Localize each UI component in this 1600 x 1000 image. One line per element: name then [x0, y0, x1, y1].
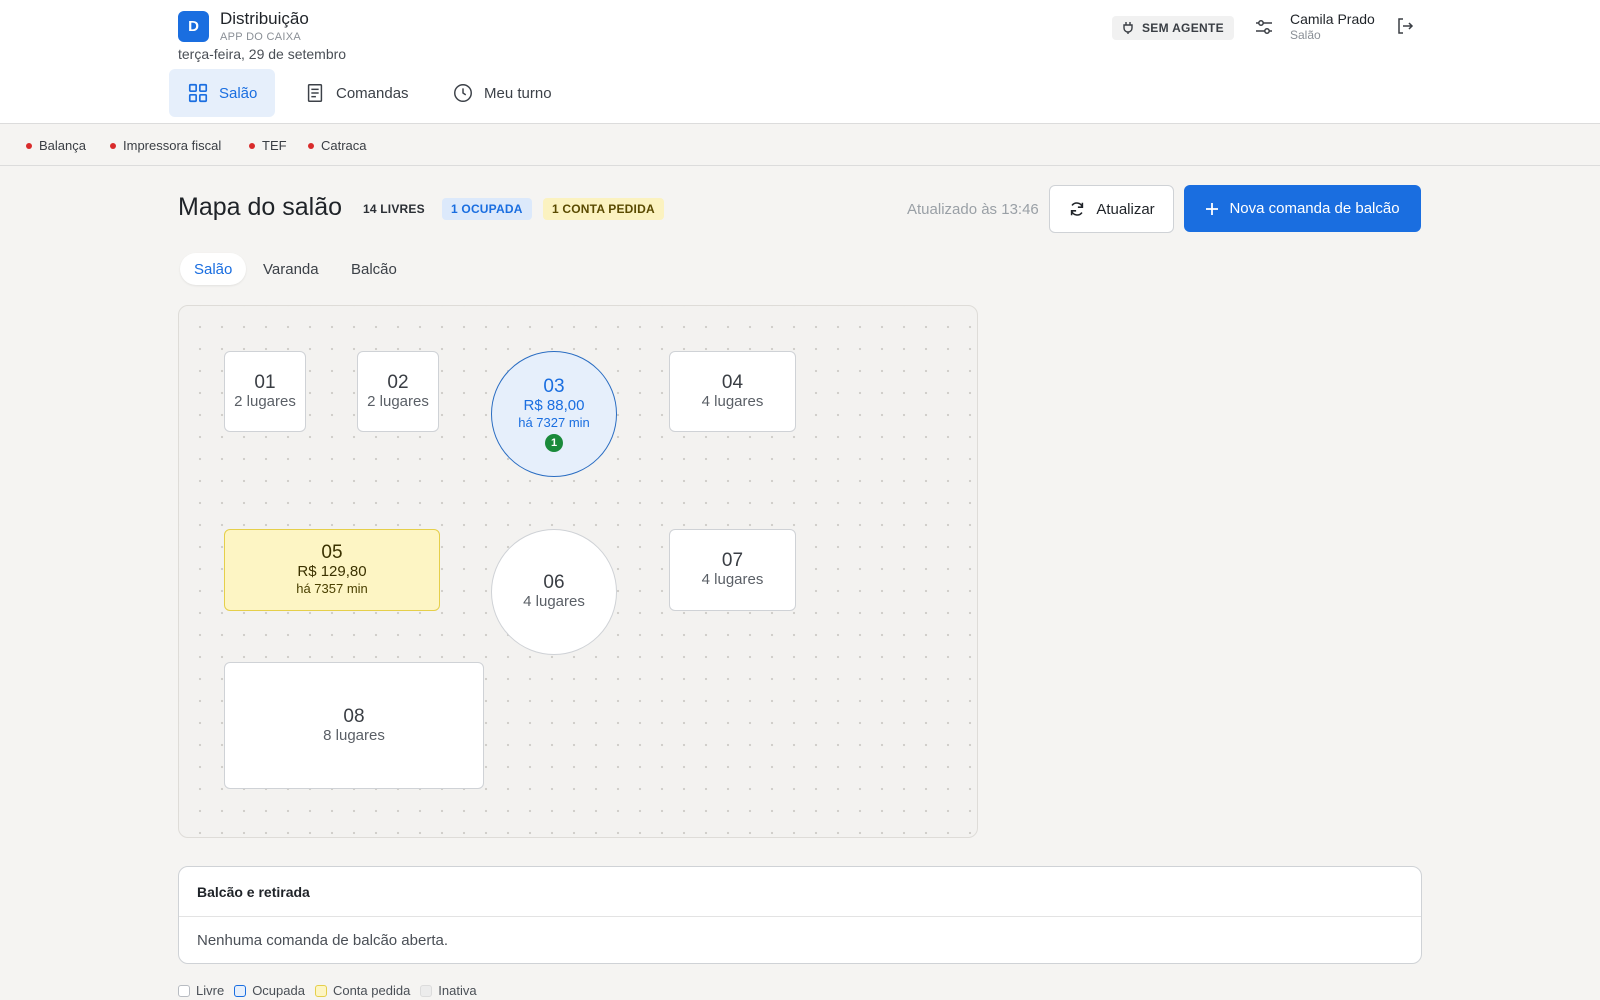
legend-inativa: Inativa	[420, 983, 477, 998]
bill-count-badge: 1 CONTA PEDIDA	[543, 198, 664, 220]
new-counter-order-label: Nova comanda de balcão	[1229, 200, 1400, 217]
table-06[interactable]: 06 4 lugares	[491, 529, 617, 655]
device-label: Impressora fiscal	[123, 138, 222, 153]
tab-meu-turno[interactable]: Meu turno	[434, 69, 570, 117]
last-updated: Atualizado às 13:46	[907, 201, 1039, 218]
sliders-icon[interactable]	[1254, 17, 1274, 37]
status-dot-icon	[249, 142, 255, 149]
table-info: 2 lugares	[234, 392, 296, 410]
table-total: R$ 88,00	[523, 396, 585, 414]
receipt-icon	[307, 84, 323, 102]
area-tab-varanda[interactable]: Varanda	[249, 253, 333, 285]
legend-label: Conta pedida	[332, 983, 411, 998]
app-subtitle: APP DO CAIXA	[220, 31, 302, 43]
new-counter-order-button[interactable]: Nova comanda de balcão	[1184, 185, 1421, 232]
logout-icon[interactable]	[1395, 16, 1415, 36]
counter-orders-panel: Balcão e retirada Nenhuma comanda de bal…	[178, 866, 1422, 964]
table-05[interactable]: 05 R$ 129,80 há 7357 min	[224, 529, 440, 611]
device-label: Catraca	[321, 138, 367, 153]
user-name: Camila Prado	[1290, 11, 1375, 27]
floor-map: 01 2 lugares 02 2 lugares 03 R$ 88,00 há…	[178, 305, 978, 838]
table-08[interactable]: 08 8 lugares	[224, 662, 484, 789]
refresh-label: Atualizar	[1096, 200, 1155, 218]
counter-orders-title: Balcão e retirada	[179, 867, 1421, 917]
device-label: Balança	[39, 138, 86, 153]
user-role: Salão	[1290, 28, 1321, 42]
current-date: terça-feira, 29 de setembro	[178, 46, 347, 62]
tab-meu-turno-label: Meu turno	[484, 84, 552, 102]
counter-orders-empty: Nenhuma comanda de balcão aberta.	[197, 932, 449, 949]
table-number: 01	[254, 371, 276, 393]
agent-status-badge: SEM AGENTE	[1112, 16, 1234, 40]
legend-swatch	[178, 984, 190, 997]
table-07[interactable]: 07 4 lugares	[669, 529, 796, 611]
table-info: 2 lugares	[367, 392, 429, 410]
legend-ocupada: Ocupada	[234, 983, 305, 998]
device-tef: TEF	[249, 138, 287, 153]
table-total: R$ 129,80	[297, 563, 367, 580]
table-number: 04	[721, 371, 744, 393]
tab-salao[interactable]: Salão	[169, 69, 276, 117]
table-03[interactable]: 03 R$ 88,00 há 7327 min 1	[491, 351, 617, 477]
grid-icon	[188, 83, 208, 103]
table-info: 4 lugares	[523, 593, 585, 610]
plus-icon	[1206, 202, 1219, 215]
table-04[interactable]: 04 4 lugares	[669, 351, 796, 432]
table-info: 8 lugares	[323, 726, 385, 744]
device-status-bar: Balança Impressora fiscal TEF Catraca	[0, 125, 1600, 166]
device-label: TEF	[262, 138, 287, 153]
agent-status-label: SEM AGENTE	[1142, 21, 1224, 35]
free-count-badge: 14 LIVRES	[363, 202, 425, 216]
table-info: 4 lugares	[701, 392, 764, 410]
legend-livre: Livre	[178, 983, 224, 998]
device-catraca: Catraca	[308, 138, 367, 153]
tab-salao-label: Salão	[219, 84, 258, 102]
plug-icon	[1123, 22, 1133, 34]
table-number: 03	[543, 375, 565, 397]
app-title: Distribuição	[220, 9, 309, 28]
legend-label: Ocupada	[252, 983, 305, 998]
table-number: 02	[387, 371, 409, 393]
app-header: D Distribuição APP DO CAIXA terça-feira,…	[0, 0, 1600, 124]
status-legend: Livre Ocupada Conta pedida Inativa	[178, 983, 477, 998]
table-02[interactable]: 02 2 lugares	[357, 351, 439, 432]
tab-comandas-label: Comandas	[336, 84, 409, 102]
status-dot-icon	[26, 142, 32, 149]
legend-label: Livre	[196, 983, 225, 998]
clock-icon	[454, 84, 472, 102]
legend-swatch	[314, 984, 327, 997]
occupied-count-badge: 1 OCUPADA	[442, 198, 532, 220]
table-number: 08	[343, 705, 365, 727]
page-title: Mapa do salão	[178, 193, 343, 221]
table-info: 4 lugares	[701, 571, 764, 588]
status-dot-icon	[110, 142, 116, 149]
tab-comandas[interactable]: Comandas	[286, 69, 427, 117]
table-01[interactable]: 01 2 lugares	[224, 351, 306, 432]
status-dot-icon	[308, 142, 314, 149]
refresh-button[interactable]: Atualizar	[1049, 185, 1174, 233]
table-elapsed: há 7327 min	[518, 414, 590, 430]
table-elapsed: há 7357 min	[296, 581, 368, 596]
area-tab-salao[interactable]: Salão	[180, 253, 247, 285]
legend-conta-pedida: Conta pedida	[314, 983, 411, 998]
table-number: 05	[321, 542, 343, 563]
legend-swatch	[234, 984, 247, 997]
device-impressora: Impressora fiscal	[110, 138, 221, 153]
legend-label: Inativa	[438, 983, 477, 998]
legend-swatch	[420, 984, 433, 997]
device-balanca: Balança	[26, 138, 86, 153]
area-tab-balcao[interactable]: Balcão	[337, 253, 411, 285]
table-number: 07	[721, 550, 744, 571]
guest-count-badge: 1	[545, 433, 563, 452]
app-logo: D	[178, 11, 209, 42]
refresh-icon	[1071, 202, 1084, 216]
table-number: 06	[543, 572, 565, 593]
